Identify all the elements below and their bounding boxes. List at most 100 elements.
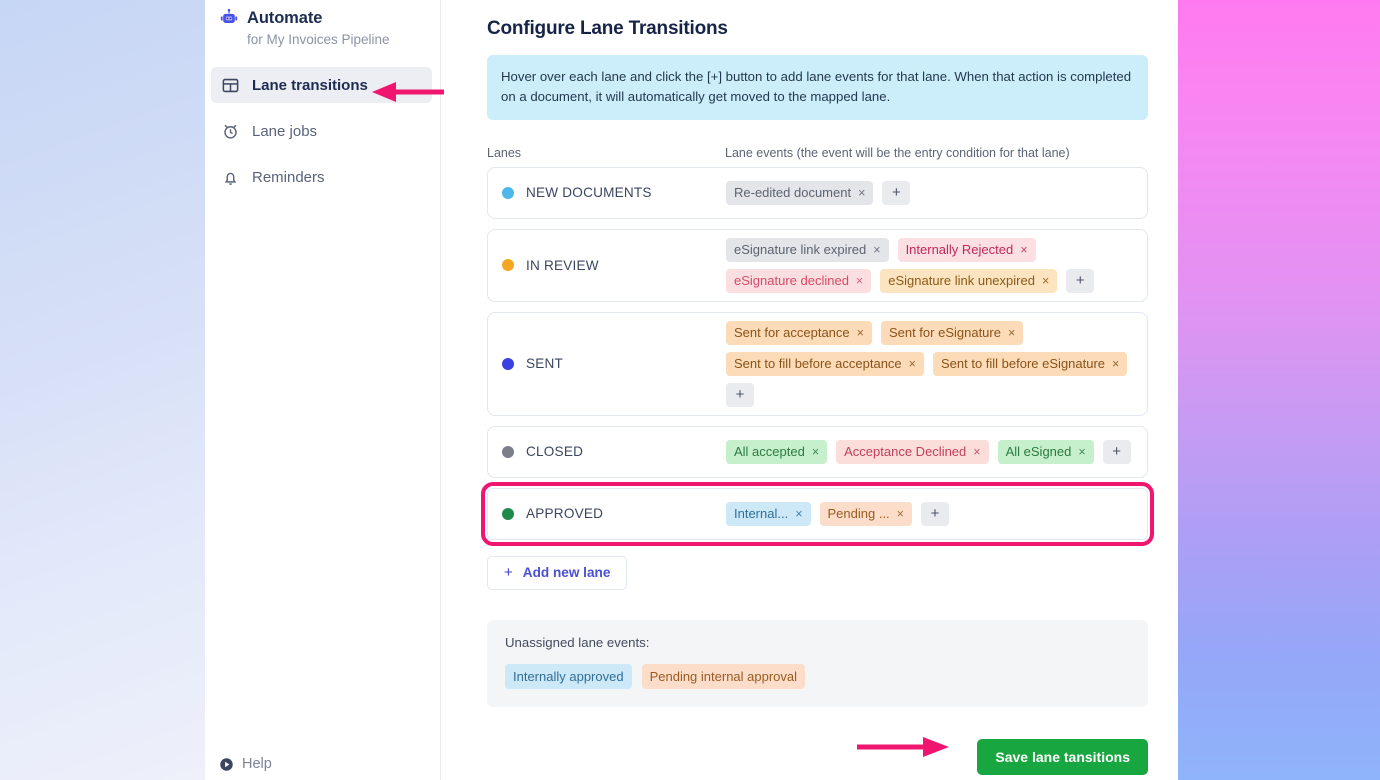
column-header-events: Lane events (the event will be the entry… [725,145,1070,160]
lane-color-dot [502,259,514,272]
sidebar-item-reminders[interactable]: Reminders [211,159,432,195]
lane-event-tag[interactable]: Sent for acceptance × [726,320,872,345]
lane-color-dot [502,445,514,458]
lane-event-label: Sent for eSignature [888,325,1001,341]
lane-name: IN REVIEW [526,257,599,273]
lane-name: CLOSED [526,444,584,460]
lane-row[interactable]: IN REVIEW eSignature link expired × Inte… [487,228,1148,302]
lane-event-label: Sent to fill before acceptance [734,356,902,372]
remove-tag-icon[interactable]: × [795,507,802,521]
add-lane-event-button[interactable]: + [920,501,949,526]
lane-event-tag[interactable]: eSignature declined × [726,268,872,293]
lane-row[interactable]: CLOSED All accepted × Acceptance Decline… [487,425,1148,478]
lane-events-list: Sent for acceptance × Sent for eSignatur… [726,320,1137,407]
save-lane-transitions-button[interactable]: Save lane tansitions [977,738,1148,775]
brand-subtitle: for My Invoices Pipeline [247,32,390,47]
brand-row: Automate [213,8,440,28]
lane-event-tag[interactable]: Sent to fill before acceptance × [726,351,924,376]
unassigned-event-tag[interactable]: Pending internal approval [641,663,806,689]
layout-panel-icon [221,76,240,95]
lane-events-list: Internal... × Pending ... × + [726,501,1137,526]
unassigned-event-tag[interactable]: Internally approved [505,663,632,689]
save-row: Save lane tansitions [487,738,1148,775]
add-new-lane-label: Add new lane [522,565,611,581]
remove-tag-icon[interactable]: × [1042,274,1049,288]
sidebar-item-lane-transitions[interactable]: Lane transitions [211,67,432,103]
main-content: Configure Lane Transitions Hover over ea… [442,0,1178,780]
column-header-lanes: Lanes [487,145,522,160]
add-lane-event-button[interactable]: + [882,180,911,205]
remove-tag-icon[interactable]: × [1008,326,1015,340]
lane-event-tag[interactable]: Sent to fill before eSignature × [932,351,1128,376]
remove-tag-icon[interactable]: × [909,357,916,371]
lane-event-label: Sent for acceptance [734,325,850,341]
lane-name: APPROVED [526,506,604,522]
remove-tag-icon[interactable]: × [973,445,980,459]
robot-icon [219,8,239,28]
info-banner: Hover over each lane and click the [+] b… [487,55,1148,120]
lane-event-label: Sent to fill before eSignature [940,356,1106,372]
remove-tag-icon[interactable]: × [1020,243,1027,257]
sidebar: Automate for My Invoices Pipeline Lane t… [205,0,441,780]
lane-event-label: All eSigned [1005,444,1072,460]
help-button[interactable]: Help [205,756,440,780]
add-lane-event-button[interactable]: + [726,382,754,407]
lane-identity: SENT [502,356,726,371]
sidebar-item-label: Lane jobs [252,122,318,140]
lane-identity: CLOSED [502,444,726,459]
lane-event-label: eSignature link unexpired [888,273,1035,289]
add-new-lane-button[interactable]: + Add new lane [487,555,628,590]
brand-title: Automate [247,8,323,27]
lane-event-tag[interactable]: Sent for eSignature × [880,320,1024,345]
unassigned-events-label: Unassigned lane events: [505,634,650,650]
alarm-clock-icon [221,122,240,141]
left-background-decoration [0,0,205,780]
lane-event-tag[interactable]: eSignature link expired × [726,237,889,262]
remove-tag-icon[interactable]: × [873,243,880,257]
lane-event-tag[interactable]: Acceptance Declined × [836,439,989,464]
lane-event-label: Re-edited document [734,185,852,201]
lane-event-tag[interactable]: Pending ... × [819,501,912,526]
lane-name: NEW DOCUMENTS [526,185,652,201]
remove-tag-icon[interactable]: × [812,445,819,459]
lane-row-highlighted[interactable]: APPROVED Internal... × Pending ... × + [481,481,1154,546]
unassigned-events-list: Internally approved Pending internal app… [505,663,1132,689]
lane-event-tag[interactable]: Re-edited document × [726,180,874,205]
plus-icon: + [504,564,513,582]
lane-event-tag[interactable]: Internally Rejected × [897,237,1036,262]
lane-event-label: Internal... [734,506,789,522]
lane-event-tag[interactable]: All eSigned × [997,439,1094,464]
lane-event-label: eSignature declined [734,273,849,289]
lane-event-label: Internally Rejected [905,242,1014,258]
right-background-decoration [1178,0,1380,780]
add-lane-event-button[interactable]: + [1102,439,1131,464]
brand-block: Automate for My Invoices Pipeline [205,0,440,47]
remove-tag-icon[interactable]: × [856,274,863,288]
lane-row[interactable]: SENT Sent for acceptance × Sent for eSig… [487,311,1148,416]
page-title: Configure Lane Transitions [487,18,728,39]
lane-events-list: All accepted × Acceptance Declined × All… [726,439,1137,464]
lane-event-tag[interactable]: eSignature link unexpired × [880,268,1058,293]
remove-tag-icon[interactable]: × [1112,357,1119,371]
lane-event-label: eSignature link expired [734,242,867,258]
lane-identity: IN REVIEW [502,258,726,273]
bell-icon [221,168,240,187]
unassigned-events-panel: Unassigned lane events: Internally appro… [487,619,1148,707]
help-label: Help [242,756,272,772]
add-lane-event-button[interactable]: + [1066,268,1095,293]
lane-event-tag[interactable]: All accepted × [726,439,828,464]
sidebar-item-lane-jobs[interactable]: Lane jobs [211,113,432,149]
lane-event-tag[interactable]: Internal... × [726,501,811,526]
remove-tag-icon[interactable]: × [897,507,904,521]
play-circle-icon [219,757,234,772]
lane-events-list: Re-edited document × + [726,180,1137,205]
sidebar-item-label: Reminders [252,168,325,186]
remove-tag-icon[interactable]: × [1078,445,1085,459]
lane-identity: NEW DOCUMENTS [502,185,726,200]
lane-name: SENT [526,356,564,372]
remove-tag-icon[interactable]: × [858,186,865,200]
lane-event-label: Pending ... [827,506,890,522]
lane-row[interactable]: NEW DOCUMENTS Re-edited document × + [487,166,1148,219]
app-root: Automate for My Invoices Pipeline Lane t… [0,0,1380,780]
remove-tag-icon[interactable]: × [857,326,864,340]
